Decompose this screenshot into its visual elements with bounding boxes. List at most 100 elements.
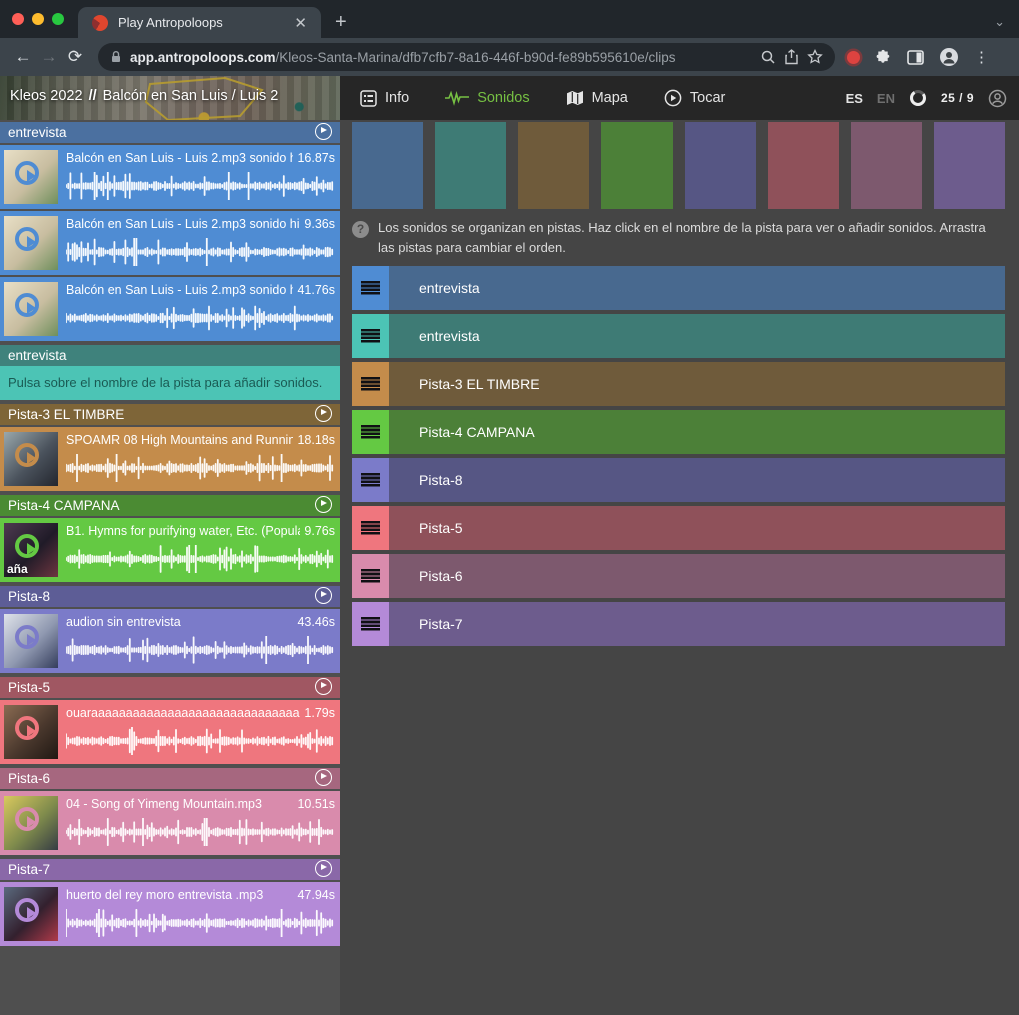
minimize-window-button[interactable]: [32, 13, 44, 25]
play-icon: [315, 496, 332, 513]
clip-play-icon[interactable]: [15, 716, 39, 740]
clip-waveform: [66, 304, 334, 332]
track-drag-handle[interactable]: [352, 314, 389, 358]
track-play-button[interactable]: [315, 860, 332, 880]
track-list-row[interactable]: entrevista: [352, 314, 1005, 358]
track-row-body[interactable]: Pista-7: [389, 602, 1005, 646]
play-triangle: [27, 816, 36, 828]
side-panel-icon[interactable]: [907, 50, 924, 65]
share-icon[interactable]: [784, 49, 799, 65]
nav-tab-tocar[interactable]: Tocar: [664, 89, 725, 107]
track-header[interactable]: Pista-7: [0, 859, 340, 880]
track-play-button[interactable]: [315, 123, 332, 143]
tab-search-chevron-icon[interactable]: ⌄: [994, 14, 1005, 30]
track-row-body[interactable]: Pista-6: [389, 554, 1005, 598]
track-header[interactable]: entrevista: [0, 122, 340, 143]
track-row-body[interactable]: Pista-3 EL TIMBRE: [389, 362, 1005, 406]
track-list-row[interactable]: Pista-5: [352, 506, 1005, 550]
clip-item[interactable]: añaB1. Hymns for purifying water, Etc. (…: [0, 518, 340, 582]
play-icon: [315, 678, 332, 695]
track-color-pad[interactable]: [934, 122, 1005, 209]
track-row-body[interactable]: entrevista: [389, 266, 1005, 310]
account-icon[interactable]: [988, 89, 1007, 108]
track-play-button[interactable]: [315, 496, 332, 516]
track-color-pad[interactable]: [768, 122, 839, 209]
reload-button[interactable]: ⟳: [62, 47, 88, 67]
track-play-button[interactable]: [315, 678, 332, 698]
bookmark-star-icon[interactable]: [807, 49, 823, 65]
track-color-pad[interactable]: [685, 122, 756, 209]
track-color-pad[interactable]: [518, 122, 589, 209]
track-row-body[interactable]: entrevista: [389, 314, 1005, 358]
clip-play-icon[interactable]: [15, 293, 39, 317]
track-color-pad[interactable]: [601, 122, 672, 209]
clip-item[interactable]: Balcón en San Luis - Luis 2.mp3 sonido h…: [0, 277, 340, 341]
nav-tab-info[interactable]: Info: [360, 90, 409, 107]
track-header[interactable]: entrevista: [0, 345, 340, 366]
zoom-window-button[interactable]: [52, 13, 64, 25]
track-play-button[interactable]: [315, 405, 332, 425]
lang-es-button[interactable]: ES: [846, 91, 863, 106]
recorder-extension-icon[interactable]: [847, 51, 860, 64]
track-list-row[interactable]: Pista-3 EL TIMBRE: [352, 362, 1005, 406]
clip-play-icon[interactable]: [15, 534, 39, 558]
track-list-row[interactable]: Pista-6: [352, 554, 1005, 598]
track-color-pad[interactable]: [851, 122, 922, 209]
track-play-button[interactable]: [315, 587, 332, 607]
track-header[interactable]: Pista-8: [0, 586, 340, 607]
breadcrumb-project-link[interactable]: Kleos 2022: [10, 88, 83, 104]
track-drag-handle[interactable]: [352, 410, 389, 454]
track-list-row[interactable]: Pista-4 CAMPANA: [352, 410, 1005, 454]
window-controls: [0, 0, 78, 38]
clip-item[interactable]: huerto del rey moro entrevista .mp347.94…: [0, 882, 340, 946]
track-header[interactable]: Pista-6: [0, 768, 340, 789]
track-row-body[interactable]: Pista-8: [389, 458, 1005, 502]
back-button[interactable]: ←: [10, 47, 36, 67]
track-drag-handle[interactable]: [352, 554, 389, 598]
profile-avatar-icon[interactable]: [939, 47, 959, 67]
track-drag-handle[interactable]: [352, 602, 389, 646]
clip-play-icon[interactable]: [15, 898, 39, 922]
track-drag-handle[interactable]: [352, 266, 389, 310]
track-list-row[interactable]: entrevista: [352, 266, 1005, 310]
lang-en-button[interactable]: EN: [877, 91, 895, 106]
track-color-pad[interactable]: [352, 122, 423, 209]
new-tab-button[interactable]: +: [335, 12, 347, 32]
clip-item[interactable]: Balcón en San Luis - Luis 2.mp3 sonido h…: [0, 211, 340, 275]
track-color-pad[interactable]: [435, 122, 506, 209]
zoom-page-icon[interactable]: [760, 49, 776, 65]
clip-play-icon[interactable]: [15, 443, 39, 467]
clip-play-icon[interactable]: [15, 161, 39, 185]
clip-play-icon[interactable]: [15, 625, 39, 649]
remix-cover-map[interactable]: Kleos 2022//Balcón en San Luis / Luis 2: [0, 76, 340, 120]
track-header[interactable]: Pista-4 CAMPANA: [0, 495, 340, 516]
clip-item[interactable]: Balcón en San Luis - Luis 2.mp3 sonido h…: [0, 145, 340, 209]
track-header[interactable]: Pista-3 EL TIMBRE: [0, 404, 340, 425]
browser-tab[interactable]: Play Antropoloops ✕: [78, 7, 321, 38]
tab-close-icon[interactable]: ✕: [290, 14, 311, 32]
track-list-row[interactable]: Pista-7: [352, 602, 1005, 646]
track-play-button[interactable]: [315, 769, 332, 789]
url-text[interactable]: app.antropoloops.com/Kleos-Santa-Marina/…: [130, 50, 752, 65]
clip-play-icon[interactable]: [15, 807, 39, 831]
track-header[interactable]: Pista-5: [0, 677, 340, 698]
track-drag-handle[interactable]: [352, 362, 389, 406]
clip-item[interactable]: audion sin entrevista43.46s: [0, 609, 340, 673]
track-drag-handle[interactable]: [352, 458, 389, 502]
clip-item[interactable]: SPOAMR 08 High Mountains and Running ...…: [0, 427, 340, 491]
track-row-body[interactable]: Pista-5: [389, 506, 1005, 550]
forward-button[interactable]: →: [36, 47, 62, 67]
clip-play-icon[interactable]: [15, 227, 39, 251]
clip-item[interactable]: 04 - Song of Yimeng Mountain.mp310.51s: [0, 791, 340, 855]
nav-tab-sonidos[interactable]: Sonidos: [445, 90, 529, 106]
extensions-puzzle-icon[interactable]: [875, 49, 892, 66]
browser-menu-kebab-icon[interactable]: ⋮: [974, 48, 989, 66]
track-drag-handle[interactable]: [352, 506, 389, 550]
nav-tab-mapa[interactable]: Mapa: [566, 90, 628, 106]
track-row-body[interactable]: Pista-4 CAMPANA: [389, 410, 1005, 454]
close-window-button[interactable]: [12, 13, 24, 25]
address-bar[interactable]: app.antropoloops.com/Kleos-Santa-Marina/…: [98, 43, 835, 71]
track-list-row[interactable]: Pista-8: [352, 458, 1005, 502]
loading-spinner-icon: [909, 89, 927, 107]
clip-item[interactable]: ouaraaaaaaaaaaaaaaaaaaaaaaaaaaaaaaaaaaaa…: [0, 700, 340, 764]
